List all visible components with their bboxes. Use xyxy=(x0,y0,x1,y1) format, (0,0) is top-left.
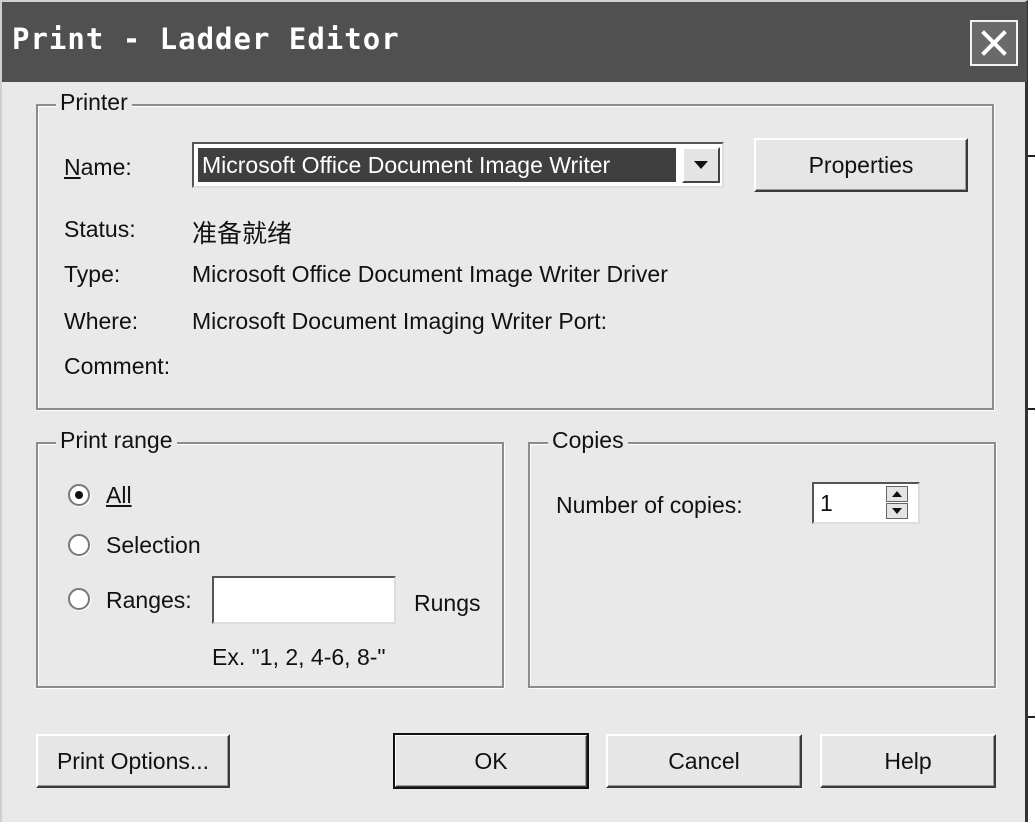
type-value: Microsoft Office Document Image Writer D… xyxy=(192,261,668,287)
spin-up-icon xyxy=(892,491,902,497)
spin-down-icon xyxy=(892,508,902,514)
close-button[interactable] xyxy=(970,20,1018,66)
rungs-label: Rungs xyxy=(414,590,481,616)
radio-all-text: All xyxy=(106,482,132,508)
close-icon xyxy=(981,30,1007,56)
window-edge xyxy=(1028,0,1035,822)
print-options-button[interactable]: Print Options... xyxy=(36,734,230,788)
dropdown-button[interactable] xyxy=(682,147,720,183)
printer-name-value: Microsoft Office Document Image Writer xyxy=(197,147,677,183)
print-options-button-label: Print Options... xyxy=(56,747,210,774)
radio-ranges-text: Ranges: xyxy=(106,587,192,613)
chevron-down-icon xyxy=(694,161,708,169)
ok-button-label: OK xyxy=(474,747,508,774)
radio-all-label[interactable]: All xyxy=(106,482,132,509)
printer-legend: Printer xyxy=(56,89,132,116)
status-label: Status: xyxy=(64,216,136,242)
radio-selection-label[interactable]: Selection xyxy=(106,532,201,559)
radio-selection-text: Selection xyxy=(106,532,201,558)
print-dialog: Print - Ladder Editor Printer Name: Micr… xyxy=(0,0,1028,822)
copies-spin-up[interactable] xyxy=(886,486,908,502)
edge-tick xyxy=(1028,716,1035,718)
radio-selected-dot xyxy=(75,491,83,499)
edge-tick xyxy=(1028,155,1035,157)
radio-ranges[interactable] xyxy=(68,588,90,610)
comment-label: Comment: xyxy=(64,353,171,379)
type-label: Type: xyxy=(64,261,121,287)
properties-button[interactable]: Properties xyxy=(754,138,968,192)
ranges-example: Ex. "1, 2, 4-6, 8-" xyxy=(212,644,386,670)
copies-legend: Copies xyxy=(548,427,628,454)
title-bar[interactable]: Print - Ladder Editor xyxy=(2,2,1027,82)
copies-label: Number of copies: xyxy=(556,492,743,518)
ranges-input[interactable] xyxy=(212,576,396,624)
radio-selection[interactable] xyxy=(68,534,90,556)
printer-name-label: Name: xyxy=(64,154,132,180)
copies-spin-down[interactable] xyxy=(886,503,908,519)
copies-group: Copies xyxy=(528,427,996,688)
window-title: Print - Ladder Editor xyxy=(12,22,400,56)
where-value: Microsoft Document Imaging Writer Port: xyxy=(192,308,607,334)
edge-tick xyxy=(1028,408,1035,410)
ok-button[interactable]: OK xyxy=(393,733,589,789)
help-button-label: Help xyxy=(884,747,932,774)
help-button[interactable]: Help xyxy=(820,734,996,788)
radio-all[interactable] xyxy=(68,484,90,506)
radio-ranges-label[interactable]: Ranges: xyxy=(106,587,192,614)
print-range-legend: Print range xyxy=(56,427,177,454)
where-label: Where: xyxy=(64,308,139,334)
cancel-button-label: Cancel xyxy=(668,747,740,774)
printer-name-combobox[interactable]: Microsoft Office Document Image Writer xyxy=(192,142,724,188)
status-value: 准备就绪 xyxy=(192,220,293,248)
cancel-button[interactable]: Cancel xyxy=(606,734,802,788)
properties-button-label: Properties xyxy=(808,151,914,178)
